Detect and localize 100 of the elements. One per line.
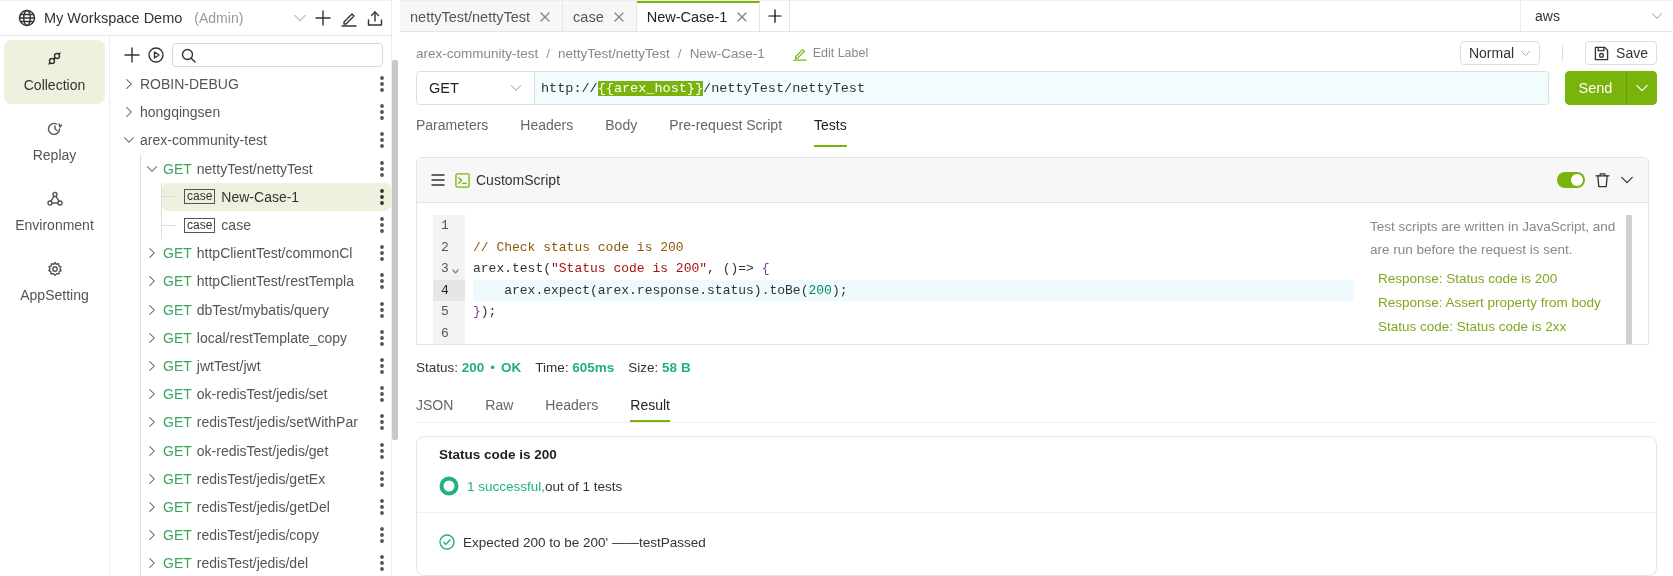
tree-item[interactable]: GET httpClientTest/commonCl	[141, 239, 391, 268]
tree-item[interactable]: GET ok-redisTest/jedis/get	[141, 436, 391, 465]
more-icon[interactable]	[379, 104, 385, 121]
line-number: 3	[441, 261, 449, 277]
chevron-down-icon	[1651, 10, 1663, 22]
breadcrumb-item: New-Case-1	[689, 45, 765, 61]
line-number: 5	[441, 304, 449, 320]
editor-tab[interactable]: New-Case-1	[636, 1, 761, 31]
scrollbar[interactable]	[392, 60, 398, 440]
nav-item[interactable]: AppSetting	[4, 250, 105, 314]
chevron-right-icon[interactable]	[146, 388, 158, 401]
chevron-right-icon[interactable]	[146, 359, 158, 372]
upload-icon[interactable]	[367, 10, 383, 26]
search-icon	[181, 47, 196, 63]
nav-item[interactable]: Collection	[4, 40, 105, 104]
result-title: Status code is 200	[439, 447, 558, 462]
workspace-title[interactable]: My Workspace Demo	[44, 10, 183, 26]
more-icon[interactable]	[379, 555, 385, 572]
request-tab[interactable]: Body	[605, 105, 638, 147]
chevron-right-icon[interactable]	[123, 78, 135, 91]
tree-item[interactable]: case New-Case-1	[162, 182, 391, 211]
editor-tab[interactable]: nettyTest/nettyTest	[400, 1, 564, 31]
response-tab[interactable]: Headers	[545, 389, 599, 422]
tree-item[interactable]: GET httpClientTest/restTempla	[141, 267, 391, 296]
menu-icon[interactable]	[431, 172, 445, 188]
request-tab[interactable]: Tests	[814, 105, 847, 147]
request-tab[interactable]: Headers	[520, 105, 574, 147]
play-icon[interactable]	[148, 47, 164, 63]
tree-item[interactable]: GET redisTest/jedis/del	[141, 549, 391, 576]
editor-tab[interactable]: case	[563, 1, 637, 31]
chevron-right-icon[interactable]	[146, 303, 158, 316]
breadcrumb-item[interactable]: arex-community-test	[416, 45, 539, 61]
line-number: 2	[441, 239, 449, 255]
search-field[interactable]	[172, 43, 383, 67]
request-tab[interactable]: Parameters	[416, 105, 489, 147]
chevron-right-icon[interactable]	[146, 500, 158, 513]
more-icon[interactable]	[379, 301, 385, 318]
tree-item-label: GET httpClientTest/commonCl	[163, 245, 354, 262]
request-tab[interactable]: Pre-request Script	[669, 105, 783, 147]
chevron-right-icon[interactable]	[146, 331, 158, 344]
trash-icon[interactable]	[1595, 172, 1610, 188]
add-icon[interactable]	[315, 10, 331, 26]
tree-item[interactable]: GET local/restTemplate_copy	[141, 323, 391, 352]
more-icon[interactable]	[379, 217, 385, 234]
more-icon[interactable]	[379, 414, 385, 431]
tree-item[interactable]: GET redisTest/jedis/getDel	[141, 492, 391, 521]
more-icon[interactable]	[379, 329, 385, 346]
tree-item-label: hongqingsen	[140, 104, 222, 121]
more-icon[interactable]	[379, 527, 385, 544]
response-tab[interactable]: JSON	[416, 389, 454, 422]
tree-item[interactable]: GET redisTest/jedis/setWithPar	[141, 408, 391, 437]
chevron-right-icon[interactable]	[146, 275, 158, 288]
chevron-right-icon[interactable]	[146, 529, 158, 542]
more-icon[interactable]	[379, 245, 385, 262]
more-icon[interactable]	[379, 357, 385, 374]
tree-item-label: GET local/restTemplate_copy	[163, 329, 348, 346]
response-tab[interactable]: Raw	[485, 389, 514, 422]
more-icon[interactable]	[379, 273, 385, 290]
chevron-right-icon[interactable]	[146, 416, 158, 429]
tree-item[interactable]: ROBIN-DEBUG	[118, 70, 391, 99]
more-icon[interactable]	[379, 470, 385, 487]
more-icon[interactable]	[379, 498, 385, 515]
tree-item[interactable]: GET ok-redisTest/jedis/set	[141, 380, 391, 409]
tree-item-label: GET redisTest/jedis/getEx	[163, 470, 327, 487]
nav-item[interactable]: Environment	[4, 180, 105, 244]
mode-select[interactable]: Normal	[1459, 41, 1541, 65]
tree-item[interactable]: GET jwtTest/jwt	[141, 351, 391, 381]
tree-item[interactable]: GET redisTest/jedis/copy	[141, 521, 391, 550]
fold-chevron-icon[interactable]	[451, 269, 459, 275]
edit-label-button[interactable]: Edit Label	[786, 44, 875, 62]
nav-item[interactable]: Replay	[4, 110, 105, 174]
clock-icon	[46, 121, 63, 137]
tree-item[interactable]: arex-community-test	[118, 126, 391, 155]
tree-item[interactable]: hongqingsen	[118, 98, 391, 127]
chevron-right-icon[interactable]	[146, 444, 158, 457]
tree-item-label: GET ok-redisTest/jedis/get	[163, 442, 330, 459]
save-button[interactable]: Save	[1585, 41, 1657, 65]
breadcrumb-item[interactable]: nettyTest/nettyTest	[558, 45, 670, 61]
script-title: CustomScript	[476, 172, 561, 188]
add-icon[interactable]	[124, 47, 140, 63]
more-icon[interactable]	[379, 132, 385, 149]
tree-item[interactable]: GET dbTest/mybatis/query	[141, 295, 391, 324]
more-icon[interactable]	[379, 442, 385, 459]
tree-item[interactable]: GET nettyTest/nettyTest	[141, 154, 391, 183]
response-tab[interactable]: Result	[630, 389, 670, 422]
case-badge: case	[184, 189, 216, 205]
environment-select[interactable]: aws	[1520, 1, 1673, 31]
chevron-right-icon[interactable]	[146, 557, 158, 570]
chevron-right-icon[interactable]	[123, 106, 135, 119]
chevron-right-icon[interactable]	[146, 247, 158, 260]
toggle-switch[interactable]	[1557, 172, 1585, 188]
tree-item[interactable]: case case	[162, 210, 391, 240]
more-icon[interactable]	[379, 188, 385, 205]
more-icon[interactable]	[379, 386, 385, 403]
more-icon[interactable]	[379, 76, 385, 93]
more-icon[interactable]	[379, 160, 385, 177]
chevron-right-icon[interactable]	[146, 472, 158, 485]
breadcrumb-separator: /	[546, 45, 551, 61]
code-line: // Check status code is 200	[473, 238, 685, 257]
tree-item[interactable]: GET redisTest/jedis/getEx	[141, 464, 391, 493]
